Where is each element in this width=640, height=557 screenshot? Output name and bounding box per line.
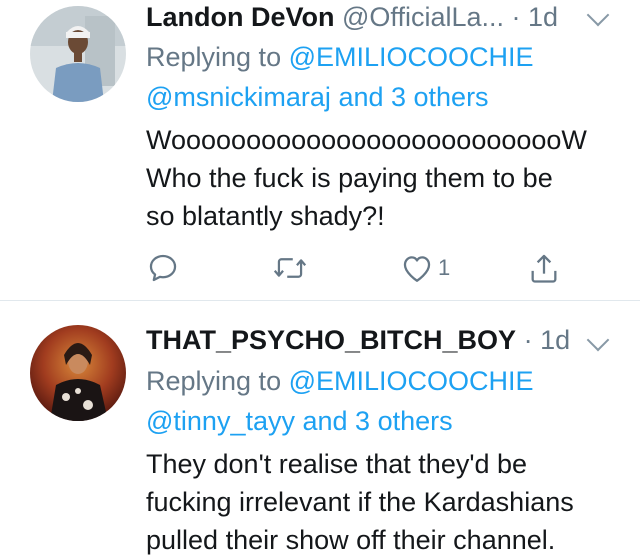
share-button[interactable] [528,248,560,288]
tweet-text-line: They don't realise that they'd be [146,449,528,479]
avatar-image [30,325,126,421]
tweet-text-line: so blatantly shady?! [146,201,385,231]
tweet[interactable]: THAT_PSYCHO_BITCH_BOY · 1d Replying to @… [0,301,640,557]
like-button[interactable]: 1 [400,248,450,288]
replying-to-line: Replying to @EMILIOCOOCHIE [146,40,534,74]
tweet-header: Landon DeVon @OfficialLa... · 1d [146,0,558,34]
mention-link[interactable]: @tinny_tayy [146,406,295,436]
tweet-text-line: fucking irrelevant if the Kardashians [146,487,574,517]
replying-to-label: Replying to [146,42,282,72]
replying-to-line-2: @msnickimaraj and 3 others [146,80,489,114]
replying-to-label: Replying to [146,366,282,396]
others-link[interactable]: and 3 others [338,82,488,112]
tweet-text-line: pulled their show off their channel. [146,525,556,555]
reply-button[interactable] [146,248,180,288]
avatar[interactable] [30,325,126,421]
separator-dot: · [504,2,528,32]
share-icon [531,254,557,283]
display-name[interactable]: Landon DeVon [146,2,335,32]
retweet-icon [273,258,307,278]
heart-icon [403,256,431,282]
mention-link[interactable]: @msnickimaraj [146,82,331,112]
user-handle[interactable]: @OfficialLa... [342,2,504,32]
tweet-text-line: WooooooooooooooooooooooooooW [146,125,587,155]
mention-link[interactable]: @EMILIOCOOCHIE [289,42,534,72]
reply-icon [149,254,177,282]
display-name[interactable]: THAT_PSYCHO_BITCH_BOY [146,325,516,355]
timestamp[interactable]: 1d [528,2,558,32]
mention-link[interactable]: @EMILIOCOOCHIE [289,366,534,396]
timestamp[interactable]: 1d [540,325,570,355]
avatar-image [30,6,126,102]
others-link[interactable]: and 3 others [303,406,453,436]
avatar[interactable] [30,6,126,102]
retweet-button[interactable] [272,248,308,288]
separator-dot: · [516,325,541,355]
chevron-down-icon[interactable] [586,3,610,27]
like-count: 1 [438,255,451,280]
tweet-header: THAT_PSYCHO_BITCH_BOY · 1d [146,323,570,357]
tweet-actions: 1 [0,248,640,288]
tweet[interactable]: Landon DeVon @OfficialLa... · 1d Replyin… [0,0,640,300]
replying-to-line-2: @tinny_tayy and 3 others [146,404,453,438]
tweet-text-line: Who the fuck is paying them to be [146,163,553,193]
replying-to-line: Replying to @EMILIOCOOCHIE [146,364,534,398]
